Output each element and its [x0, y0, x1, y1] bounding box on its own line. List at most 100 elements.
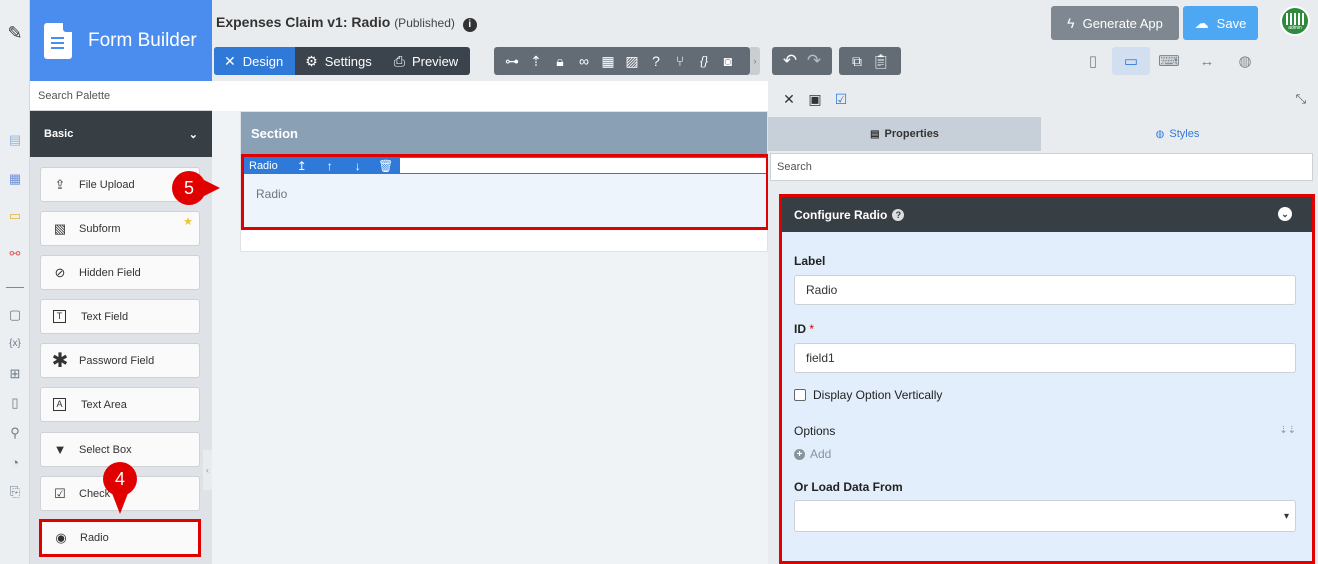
compress-icon[interactable]: ⤡	[1296, 91, 1306, 107]
close-icon[interactable]: ✕	[776, 91, 802, 108]
braces-icon[interactable]: {}	[692, 54, 716, 68]
checkbox[interactable]	[794, 389, 806, 401]
form-section[interactable]: Section Radio ↥ ↑ ↓ 🗑︎ Radio	[240, 111, 769, 252]
generate-app-button[interactable]: ϟ Generate App	[1051, 6, 1179, 40]
palette-search-input[interactable]	[38, 89, 204, 102]
camera-icon[interactable]: ◙	[716, 53, 740, 69]
builder-tabs: ✕ Design ⚙ Settings ⎙ Preview	[214, 47, 471, 75]
note-icon[interactable]: ▢	[7, 307, 23, 323]
config-header[interactable]: Configure Radio ? ⌄	[782, 197, 1312, 232]
form-title: Expenses Claim v1: Radio (Published) i	[216, 14, 477, 32]
chevron-down-icon: ▾	[1283, 511, 1289, 522]
undo-icon[interactable]: ↶	[778, 51, 802, 71]
fullwidth-icon[interactable]: ↔	[1188, 47, 1226, 75]
select-box-icon: ▼	[53, 441, 67, 457]
plugin-icon[interactable]: ⚲	[7, 425, 23, 441]
properties-search-input[interactable]	[777, 161, 1312, 173]
binoculars-icon[interactable]: ∞	[572, 53, 596, 69]
app-name: Form Builder	[88, 29, 197, 51]
sitemap-icon[interactable]: ⊶	[500, 53, 524, 70]
move-up-icon[interactable]: ↑	[316, 159, 344, 173]
configure-radio-box: Configure Radio ? ⌄ Label ID * Display O…	[779, 194, 1315, 564]
laptop-icon[interactable]: ⌨	[1150, 47, 1188, 75]
file-icon[interactable]: ▯	[7, 395, 23, 411]
radio-field-element[interactable]: Radio ↥ ↑ ↓ 🗑︎ Radio	[241, 154, 769, 230]
tab-preview[interactable]: ⎙ Preview	[384, 47, 470, 75]
palette-item-label: Subform	[79, 222, 121, 235]
form-icon[interactable]: ▤	[7, 132, 23, 148]
palette-item-text-area[interactable]: A Text Area	[40, 387, 200, 422]
palette-item-hidden-field[interactable]: ⊘ Hidden Field	[40, 255, 200, 290]
mobile-icon[interactable]: ▯	[1074, 47, 1112, 75]
info-icon[interactable]: i	[462, 18, 477, 32]
copy-icon[interactable]: ⧉	[845, 53, 869, 70]
translate-icon[interactable]: ⊞	[7, 366, 23, 382]
move-up-parent-icon[interactable]: ↥	[288, 159, 316, 173]
palette-collapse-handle[interactable]: ‹	[203, 450, 212, 490]
help-icon[interactable]: ?	[892, 208, 905, 221]
tab-design[interactable]: ✕ Design	[214, 47, 296, 75]
add-option-button[interactable]: + Add	[794, 447, 831, 461]
properties-search[interactable]	[770, 153, 1313, 181]
userview-icon[interactable]: ▭	[7, 208, 23, 224]
upload-icon[interactable]: ⇡	[524, 53, 548, 70]
display-vertical-checkbox[interactable]: Display Option Vertically	[794, 388, 942, 402]
upload-icon: ⇪	[54, 176, 66, 192]
device-toolbar: ▯ ▭ ⌨ ↔ ◍	[1074, 47, 1264, 75]
options-label: Options	[794, 424, 836, 438]
move-down-icon[interactable]: ↓	[344, 159, 372, 173]
undo-redo-group: ↶ ↷	[772, 47, 832, 75]
asterisk-icon: ✱	[51, 349, 69, 372]
cloud-upload-icon: ☁	[1194, 14, 1209, 31]
palette-search[interactable]	[30, 81, 212, 111]
brand-header: Form Builder	[30, 0, 212, 81]
palette-item-password-field[interactable]: ✱ Password Field	[40, 343, 200, 378]
text-area-icon: A	[53, 398, 66, 411]
sort-icon[interactable]: ⇣⇣	[1279, 425, 1296, 436]
lock-icon[interactable]: 🔒︎	[548, 53, 572, 70]
section-header[interactable]: Section	[241, 112, 767, 154]
toolbar-scroll-right[interactable]: ›	[750, 47, 760, 75]
edit-icon[interactable]: ✎	[7, 24, 23, 42]
bolt-icon: ϟ	[1067, 15, 1075, 31]
form-builder-logo-icon	[44, 22, 72, 59]
palette-item-label: Hidden Field	[79, 266, 141, 279]
image-icon[interactable]: ▨	[620, 53, 644, 70]
config-title: Configure Radio	[794, 207, 888, 222]
id-input[interactable]	[794, 343, 1296, 373]
canvas-top-spacer	[212, 81, 768, 111]
checkbox-icon: ☑	[54, 485, 66, 501]
avatar[interactable]: admin	[1280, 6, 1310, 36]
paste-icon[interactable]: 📋︎	[869, 53, 893, 70]
tab-properties[interactable]: ▤ Properties	[768, 117, 1041, 151]
branch-icon[interactable]: ⑂	[668, 53, 692, 69]
tab-settings[interactable]: ⚙ Settings	[295, 47, 384, 75]
trash-icon[interactable]: 🗑︎	[372, 159, 400, 173]
palette-item-text-field[interactable]: T Text Field	[40, 299, 200, 334]
tab-label: Preview	[411, 53, 459, 69]
grid-icon[interactable]: ▦	[596, 53, 620, 70]
palette-category-basic[interactable]: Basic ⌄	[30, 111, 212, 157]
palette-item-radio[interactable]: ◉ Radio	[39, 519, 201, 557]
checked-box-icon[interactable]: ☑	[828, 91, 854, 108]
save-button[interactable]: ☁ Save	[1183, 6, 1258, 40]
help-icon[interactable]: ?	[644, 53, 668, 69]
palette-item-subform[interactable]: ▧ Subform ★	[40, 211, 200, 246]
field-toolbar-line	[400, 157, 766, 174]
tab-styles[interactable]: ◍ Styles	[1041, 117, 1314, 151]
design-icon: ✕	[224, 52, 236, 69]
tab-label: Properties	[884, 128, 939, 140]
redo-icon[interactable]: ↷	[802, 51, 826, 71]
palette-icon[interactable]: ◍	[1226, 47, 1264, 75]
load-data-from-select[interactable]: ▾	[794, 500, 1296, 532]
chevron-down-icon[interactable]: ⌄	[1278, 207, 1292, 221]
process-icon[interactable]: ⚯	[7, 246, 23, 262]
gauge-icon[interactable]: ◔	[7, 455, 23, 471]
label-input[interactable]	[794, 275, 1296, 305]
tablet-icon[interactable]: ▭	[1112, 47, 1150, 75]
element-icon[interactable]: ▣	[802, 91, 828, 108]
datalist-icon[interactable]: ▦	[7, 171, 23, 187]
script-icon[interactable]: ⎘	[7, 484, 23, 500]
add-label: Add	[810, 447, 832, 461]
variable-icon[interactable]: {x}	[7, 336, 23, 352]
